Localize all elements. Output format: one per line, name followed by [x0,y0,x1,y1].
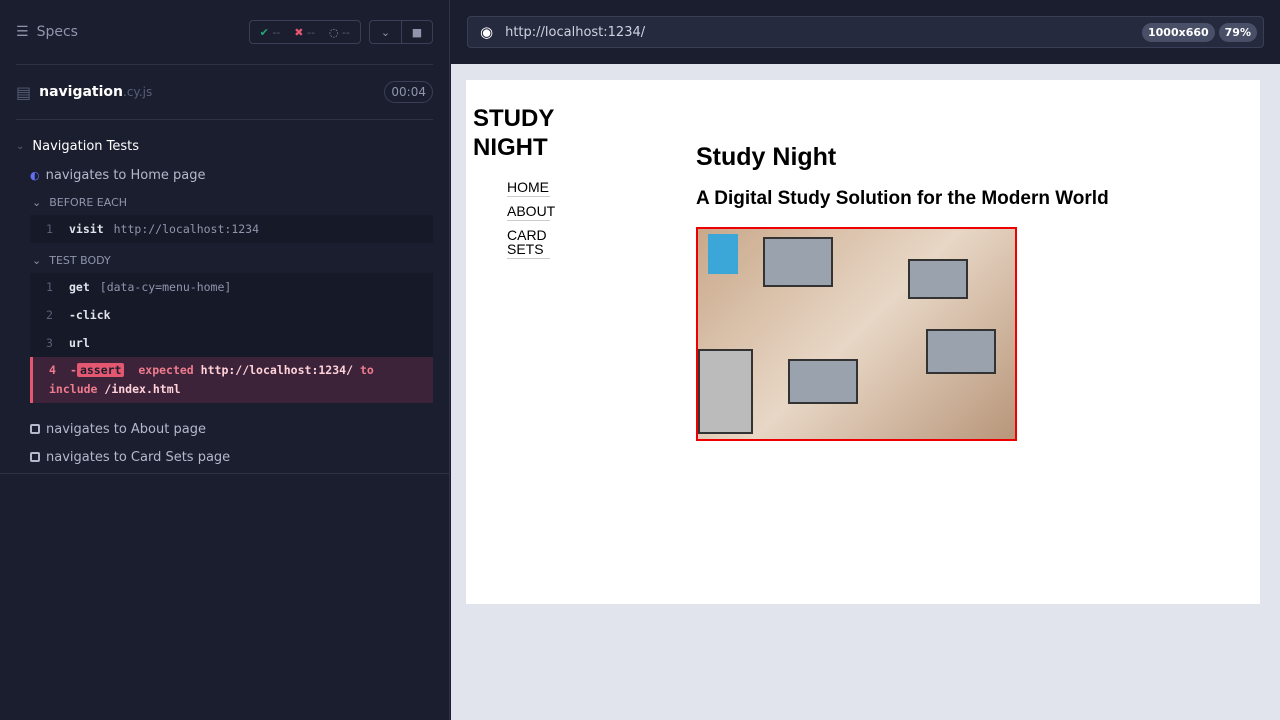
command-number: 4 [49,363,56,377]
page-subtitle: A Digital Study Solution for the Modern … [696,188,1109,209]
document-icon: ▤ [16,82,32,102]
running-icon: ◐ [30,168,40,182]
chevron-down-icon: ⌄ [32,195,42,209]
hero-image [696,227,1017,441]
pending-icon [30,424,40,434]
command-number: 2 [46,308,53,322]
chevron-down-icon[interactable]: ⌄ [370,21,401,43]
hook-test-body[interactable]: ⌄ TEST BODY [0,247,449,273]
nav-home[interactable]: HOME [507,178,550,197]
site-logo: STUDY NIGHT [473,105,555,161]
command-name: get [69,280,90,294]
zoom-level: 79% [1218,22,1257,42]
duration: 00:04 [384,81,433,103]
test-about[interactable]: navigates to About page [0,415,449,443]
url-text: http://localhost:1234/ [505,24,646,40]
spec-file: ▤ navigation .cy.js 00:04 [16,65,433,120]
pending-icon [30,452,40,462]
hook-label: TEST BODY [49,253,111,267]
command-visit[interactable]: 1 visit http://localhost:1234 [30,215,433,243]
specs-label: Specs [36,24,78,40]
specs-list-icon: ☰ [16,24,29,40]
command-log: ☰ Specs ✔ -- ✖ -- ◌ -- ⌄ ■ ▤ navigation .cy… [0,0,450,720]
url-bar[interactable]: ◉ http://localhost:1234/ 1000x660 79% [467,16,1264,48]
command-name: url [69,336,90,350]
pending-count: -- [342,25,350,39]
file-name: navigation [39,84,124,100]
stats: ✔ -- ✖ -- ◌ -- [248,20,361,44]
assert-value: /index.html [104,382,181,396]
app-preview: ◉ http://localhost:1234/ 1000x660 79% ST… [451,0,1280,720]
chevron-down-icon: ⌄ [32,253,42,267]
suite-title: Navigation Tests [32,139,140,154]
specs-button[interactable]: ☰ Specs [16,24,249,40]
site-nav: HOME ABOUT CARD SETS [507,178,555,264]
test-title: navigates to Card Sets page [46,449,231,465]
assert-badge: assert [76,363,125,377]
command-number: 1 [46,280,53,294]
reporter-header: ☰ Specs ✔ -- ✖ -- ◌ -- ⌄ ■ [16,0,433,65]
hook-label: BEFORE EACH [49,195,128,209]
command-arg: http://localhost:1234 [113,222,260,236]
test-title: navigates to Home page [45,167,206,183]
stop-button[interactable]: ■ [401,21,432,43]
file-ext: .cy.js [123,85,153,99]
command-number: 3 [46,336,53,350]
assert-text: to [359,363,374,377]
command-url[interactable]: 3 url [30,329,433,357]
assert-text: include [49,382,98,396]
assert-value: http://localhost:1234/ [200,363,353,377]
globe-icon: ◉ [480,23,494,41]
assert-text: expected [138,363,194,377]
viewport-size: 1000x660 [1141,22,1215,42]
page-title: Study Night [696,143,837,171]
command-get[interactable]: 1 get [data-cy=menu-home] [30,273,433,301]
nav-about[interactable]: ABOUT [507,202,555,221]
failed-count: -- [306,25,315,39]
failed-icon: ✖ [294,25,304,39]
command-assert-failed[interactable]: 4- assert expected http://localhost:1234/… [30,357,433,403]
test-title: navigates to About page [46,421,206,437]
passed-icon: ✔ [259,25,269,39]
command-name: visit [69,222,104,236]
command-arg: [data-cy=menu-home] [99,280,232,294]
command-number: 1 [46,222,53,236]
dash: - [70,363,77,377]
chevron-down-icon: ⌄ [16,141,25,152]
pending-icon: ◌ [328,25,339,39]
test-home[interactable]: ◐ navigates to Home page [0,161,449,189]
hook-before-each[interactable]: ⌄ BEFORE EACH [0,189,449,215]
aut-iframe: STUDY NIGHT HOME ABOUT CARD SETS Study Ni… [466,80,1260,604]
nav-card-sets[interactable]: CARD SETS [507,226,550,259]
command-click[interactable]: 2 -click [30,301,433,329]
passed-count: -- [272,25,281,39]
command-name: -click [69,308,111,322]
suite-navigation-tests[interactable]: ⌄ Navigation Tests [0,132,449,161]
test-card-sets[interactable]: navigates to Card Sets page [0,443,449,471]
